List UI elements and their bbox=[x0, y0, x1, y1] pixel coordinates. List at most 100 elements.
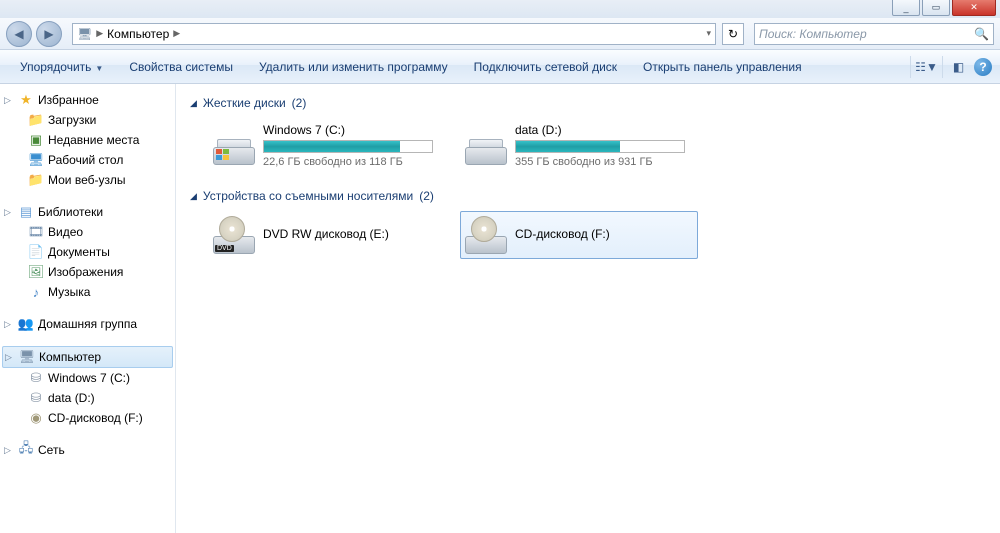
hdd-group-label: Жесткие диски bbox=[203, 96, 286, 110]
chevron-down-icon: ▼ bbox=[926, 60, 938, 74]
network-root[interactable]: ▷ 🖧 Сеть bbox=[0, 440, 175, 460]
search-placeholder: Поиск: Компьютер bbox=[759, 27, 867, 41]
sidebar-item-drive-d[interactable]: ⛁data (D:) bbox=[0, 388, 175, 408]
preview-pane-button[interactable]: ◧ bbox=[942, 56, 968, 78]
expand-icon[interactable]: ▷ bbox=[4, 207, 14, 218]
expand-icon[interactable]: ▷ bbox=[4, 319, 14, 330]
view-icon: ☷ bbox=[915, 60, 926, 74]
dvd-badge: DVD bbox=[215, 245, 234, 252]
capacity-bar bbox=[515, 140, 685, 153]
computer-icon: 🖥 bbox=[19, 349, 35, 365]
drive-tile-c[interactable]: Windows 7 (C:) 22,6 ГБ свободно из 118 Г… bbox=[208, 118, 446, 173]
back-button[interactable]: ◀ bbox=[6, 21, 32, 47]
computer-root[interactable]: ▷ 🖥 Компьютер bbox=[2, 346, 173, 368]
toolbar-right: ☷▼ ◧ ? bbox=[910, 56, 992, 78]
folder-icon: 📁 bbox=[28, 172, 44, 188]
system-properties-button[interactable]: Свойства системы bbox=[117, 56, 245, 78]
window-titlebar: _ ▭ ✕ bbox=[0, 0, 1000, 18]
drive-icon: ⛁ bbox=[28, 390, 44, 406]
homegroup-icon: 👥 bbox=[18, 316, 34, 332]
sidebar-item-music[interactable]: ♪Музыка bbox=[0, 282, 175, 302]
documents-icon: 📄 bbox=[28, 244, 44, 260]
control-panel-button[interactable]: Открыть панель управления bbox=[631, 56, 814, 78]
close-button[interactable]: ✕ bbox=[952, 0, 996, 16]
drive-name: Windows 7 (C:) bbox=[263, 123, 441, 137]
dvd-drive-tile[interactable]: DVD DVD RW дисковод (E:) bbox=[208, 211, 446, 259]
video-icon: 🎞 bbox=[28, 224, 44, 240]
drive-tile-d[interactable]: data (D:) 355 ГБ свободно из 931 ГБ bbox=[460, 118, 698, 173]
computer-label: Компьютер bbox=[39, 350, 101, 364]
drive-name: data (D:) bbox=[515, 123, 693, 137]
network-icon: 🖧 bbox=[18, 442, 34, 458]
hdd-group-header[interactable]: ◢ Жесткие диски (2) bbox=[190, 96, 986, 110]
pictures-icon: 🖼 bbox=[28, 264, 44, 280]
dvd-drive-icon: DVD bbox=[213, 216, 255, 254]
hdd-tiles: Windows 7 (C:) 22,6 ГБ свободно из 118 Г… bbox=[208, 118, 986, 173]
libraries-icon: ▤ bbox=[18, 204, 34, 220]
network-label: Сеть bbox=[38, 443, 65, 457]
drive-icon: ⛁ bbox=[28, 370, 44, 386]
folder-icon: 📁 bbox=[28, 112, 44, 128]
sidebar-item-drive-c[interactable]: ⛁Windows 7 (C:) bbox=[0, 368, 175, 388]
libraries-label: Библиотеки bbox=[38, 205, 103, 219]
search-icon: 🔍 bbox=[974, 27, 989, 41]
recent-places-icon: ▣ bbox=[28, 132, 44, 148]
address-dropdown-icon[interactable]: ▾ bbox=[706, 28, 711, 39]
sidebar-item-desktop[interactable]: 🖥Рабочий стол bbox=[0, 150, 175, 170]
view-options-button[interactable]: ☷▼ bbox=[910, 56, 936, 78]
map-network-drive-button[interactable]: Подключить сетевой диск bbox=[462, 56, 629, 78]
music-icon: ♪ bbox=[28, 284, 44, 300]
favorites-label: Избранное bbox=[38, 93, 99, 107]
drive-icon bbox=[465, 127, 507, 165]
explorer-body: ▷ ★ Избранное 📁Загрузки ▣Недавние места … bbox=[0, 84, 1000, 533]
hdd-group-count: (2) bbox=[292, 96, 307, 110]
breadcrumb-sep-icon: ▶ bbox=[173, 28, 180, 39]
expand-icon[interactable]: ▷ bbox=[4, 445, 14, 456]
homegroup-label: Домашняя группа bbox=[38, 317, 137, 331]
organize-button[interactable]: Упорядочить▼ bbox=[8, 56, 115, 78]
help-button[interactable]: ? bbox=[974, 58, 992, 76]
breadcrumb-computer[interactable]: Компьютер bbox=[107, 27, 169, 41]
capacity-stats: 22,6 ГБ свободно из 118 ГБ bbox=[263, 156, 441, 168]
uninstall-program-button[interactable]: Удалить или изменить программу bbox=[247, 56, 460, 78]
favorites-group: ▷ ★ Избранное 📁Загрузки ▣Недавние места … bbox=[0, 90, 175, 190]
libraries-root[interactable]: ▷ ▤ Библиотеки bbox=[0, 202, 175, 222]
maximize-button[interactable]: ▭ bbox=[922, 0, 950, 16]
breadcrumb-sep-icon: ▶ bbox=[96, 28, 103, 39]
refresh-button[interactable]: ↻ bbox=[722, 23, 744, 45]
search-input[interactable]: Поиск: Компьютер 🔍 bbox=[754, 23, 994, 45]
libraries-group: ▷ ▤ Библиотеки 🎞Видео 📄Документы 🖼Изобра… bbox=[0, 202, 175, 302]
address-bar[interactable]: 🖥 ▶ Компьютер ▶ ▾ bbox=[72, 23, 716, 45]
window-buttons: _ ▭ ✕ bbox=[892, 0, 1000, 16]
drive-name: DVD RW дисковод (E:) bbox=[263, 227, 441, 241]
sidebar-item-recent[interactable]: ▣Недавние места bbox=[0, 130, 175, 150]
forward-button[interactable]: ▶ bbox=[36, 21, 62, 47]
expand-icon[interactable]: ▷ bbox=[4, 95, 14, 106]
removable-tiles: DVD DVD RW дисковод (E:) CD-дисковод (F:… bbox=[208, 211, 986, 259]
sidebar-item-websites[interactable]: 📁Мои веб-узлы bbox=[0, 170, 175, 190]
sidebar-item-drive-f[interactable]: ◉CD-дисковод (F:) bbox=[0, 408, 175, 428]
drive-name: CD-дисковод (F:) bbox=[515, 227, 693, 241]
sidebar-item-downloads[interactable]: 📁Загрузки bbox=[0, 110, 175, 130]
removable-group-count: (2) bbox=[419, 189, 434, 203]
sidebar-item-videos[interactable]: 🎞Видео bbox=[0, 222, 175, 242]
network-group: ▷ 🖧 Сеть bbox=[0, 440, 175, 460]
desktop-icon: 🖥 bbox=[28, 152, 44, 168]
content-pane: ◢ Жесткие диски (2) Windows 7 (C:) 22,6 … bbox=[176, 84, 1000, 533]
collapse-icon: ◢ bbox=[190, 191, 197, 202]
star-icon: ★ bbox=[18, 92, 34, 108]
sidebar-item-pictures[interactable]: 🖼Изображения bbox=[0, 262, 175, 282]
cd-drive-icon bbox=[465, 216, 507, 254]
refresh-icon: ↻ bbox=[728, 27, 738, 41]
sidebar-item-documents[interactable]: 📄Документы bbox=[0, 242, 175, 262]
minimize-button[interactable]: _ bbox=[892, 0, 920, 16]
collapse-icon[interactable]: ▷ bbox=[5, 352, 15, 363]
cd-drive-tile[interactable]: CD-дисковод (F:) bbox=[460, 211, 698, 259]
homegroup-root[interactable]: ▷ 👥 Домашняя группа bbox=[0, 314, 175, 334]
homegroup-group: ▷ 👥 Домашняя группа bbox=[0, 314, 175, 334]
removable-group-label: Устройства со съемными носителями bbox=[203, 189, 413, 203]
drive-icon bbox=[213, 127, 255, 165]
command-bar: Упорядочить▼ Свойства системы Удалить ил… bbox=[0, 50, 1000, 84]
favorites-root[interactable]: ▷ ★ Избранное bbox=[0, 90, 175, 110]
removable-group-header[interactable]: ◢ Устройства со съемными носителями (2) bbox=[190, 189, 986, 203]
